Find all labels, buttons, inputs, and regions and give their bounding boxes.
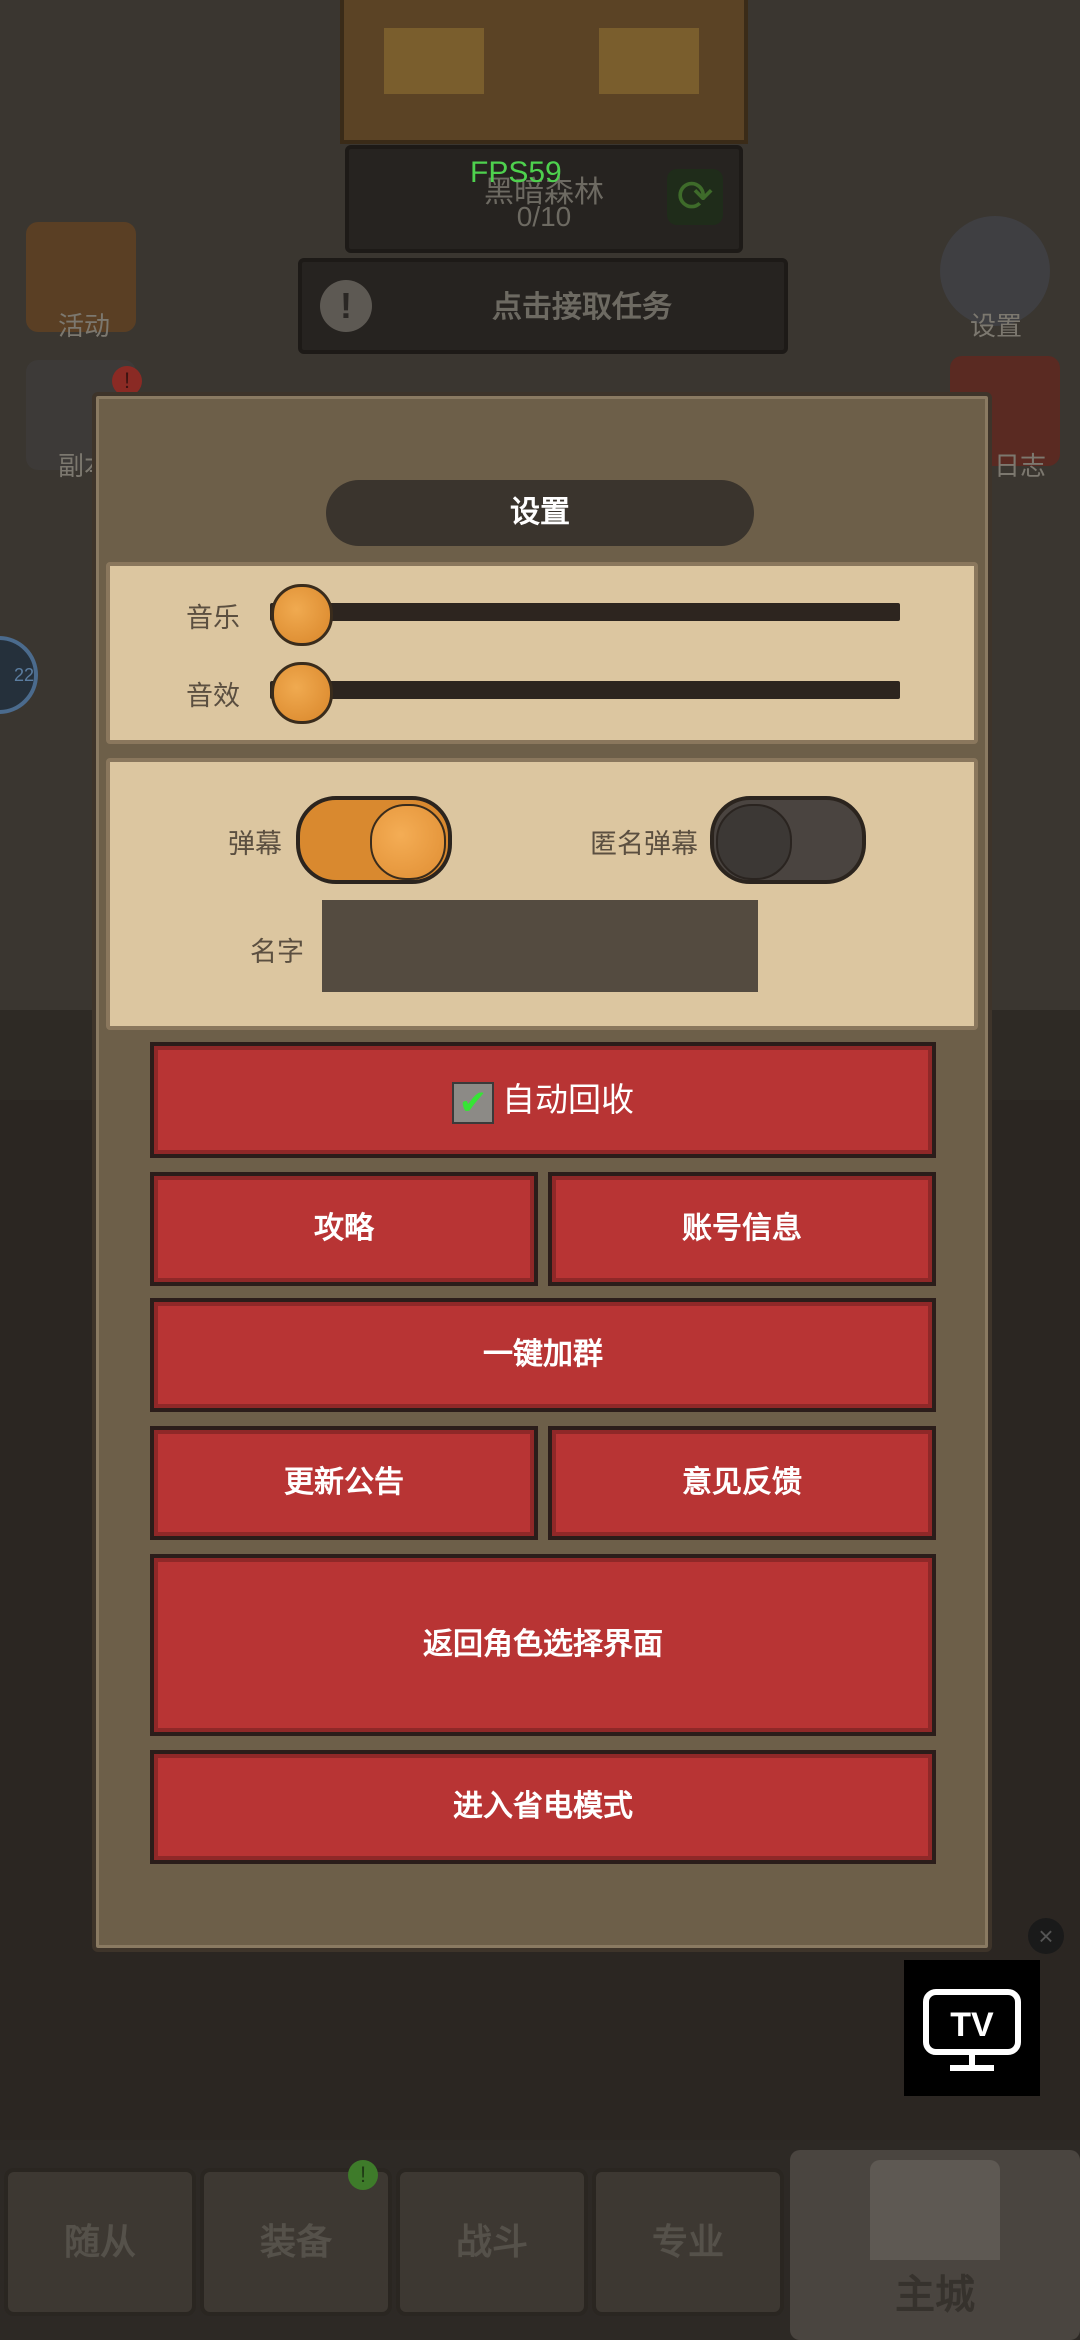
activity-label: 活动: [57, 311, 110, 341]
nav-tab-battle[interactable]: 战斗: [396, 2168, 588, 2316]
back-to-character-button[interactable]: 返回角色选择界面: [150, 1554, 936, 1736]
barrage-label: 弹幕: [228, 829, 282, 859]
tv-label: TV: [950, 2006, 994, 2044]
audio-panel: [106, 562, 978, 744]
music-slider-handle[interactable]: [271, 584, 333, 646]
toggle-knob: [716, 804, 792, 880]
nav-tab-followers[interactable]: 随从: [4, 2168, 196, 2316]
tv-icon: TV: [923, 1989, 1021, 2071]
modal-title: 设置: [326, 480, 754, 546]
quest-bar[interactable]: ! 点击接取任务: [298, 258, 788, 354]
quest-text: 点击接取任务: [492, 291, 672, 324]
nav-tab-main-city-label: 主城: [895, 2273, 975, 2317]
sfx-slider[interactable]: [270, 681, 900, 699]
alert-icon: !: [320, 280, 372, 332]
check-icon[interactable]: ✔: [452, 1082, 494, 1125]
tv-button[interactable]: TV: [904, 1960, 1040, 2096]
settings-label: 设置: [969, 311, 1022, 341]
refresh-icon[interactable]: ⟳: [667, 169, 723, 225]
banner-slot: [599, 28, 699, 94]
music-slider[interactable]: [270, 603, 900, 621]
fps-counter: FPS59: [470, 156, 562, 189]
auto-recycle-label: 自动回收: [502, 1081, 634, 1118]
account-info-button[interactable]: 账号信息: [548, 1172, 936, 1286]
power-saving-button[interactable]: 进入省电模式: [150, 1750, 936, 1864]
level-ring: 22: [0, 636, 38, 714]
auto-recycle-button[interactable]: ✔ 自动回收: [150, 1042, 936, 1158]
close-icon[interactable]: ×: [1028, 1918, 1064, 1954]
notification-badge: !: [348, 2160, 378, 2190]
feedback-button[interactable]: 意见反馈: [548, 1426, 936, 1540]
anon-barrage-label: 匿名弹幕: [590, 829, 698, 859]
castle-icon: [870, 2160, 1000, 2260]
update-notice-button[interactable]: 更新公告: [150, 1426, 538, 1540]
guide-button[interactable]: 攻略: [150, 1172, 538, 1286]
nav-tab-profession[interactable]: 专业: [592, 2168, 784, 2316]
nav-tab-equipment[interactable]: 装备: [200, 2168, 392, 2316]
toggle-knob: [370, 804, 446, 880]
name-input[interactable]: [322, 900, 758, 992]
top-banner: [340, 0, 748, 144]
banner-slot: [384, 28, 484, 94]
name-label: 名字: [250, 937, 304, 967]
sfx-label: 音效: [186, 681, 240, 711]
music-label: 音乐: [186, 603, 240, 633]
join-group-button[interactable]: 一键加群: [150, 1298, 936, 1412]
sfx-slider-handle[interactable]: [271, 662, 333, 724]
barrage-toggle[interactable]: [296, 796, 452, 884]
nav-tab-main-city[interactable]: 主城: [790, 2150, 1080, 2340]
anon-barrage-toggle[interactable]: [710, 796, 866, 884]
